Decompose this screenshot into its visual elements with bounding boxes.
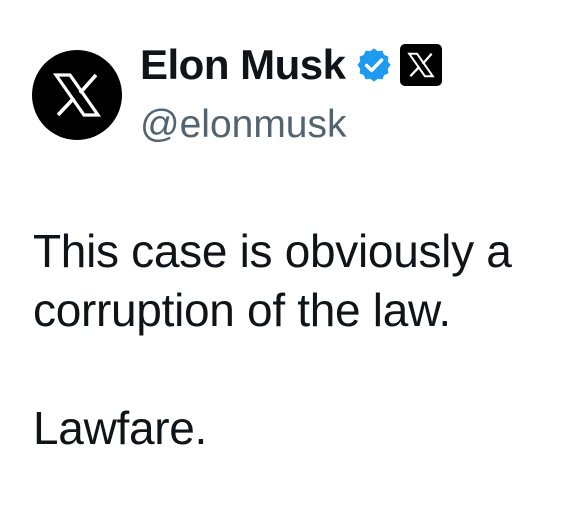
avatar[interactable]: [32, 50, 122, 140]
tweet-text-line: Lawfare.: [33, 402, 208, 454]
tweet-header: Elon Musk @elonmusk: [140, 36, 442, 150]
tweet-text-line: corruption of the law.: [33, 284, 451, 336]
tweet-card: Elon Musk @elonmusk This case is obvious…: [0, 0, 582, 509]
verified-badge-icon: [354, 45, 394, 85]
display-name[interactable]: Elon Musk: [140, 36, 346, 94]
user-handle[interactable]: @elonmusk: [140, 100, 442, 150]
tweet-text-line: This case is obviously a: [33, 225, 512, 277]
name-row: Elon Musk: [140, 36, 442, 94]
x-affiliate-badge-icon: [399, 44, 442, 86]
tweet-text: This case is obviously a corruption of t…: [33, 222, 573, 458]
x-logo-icon: [52, 73, 102, 117]
